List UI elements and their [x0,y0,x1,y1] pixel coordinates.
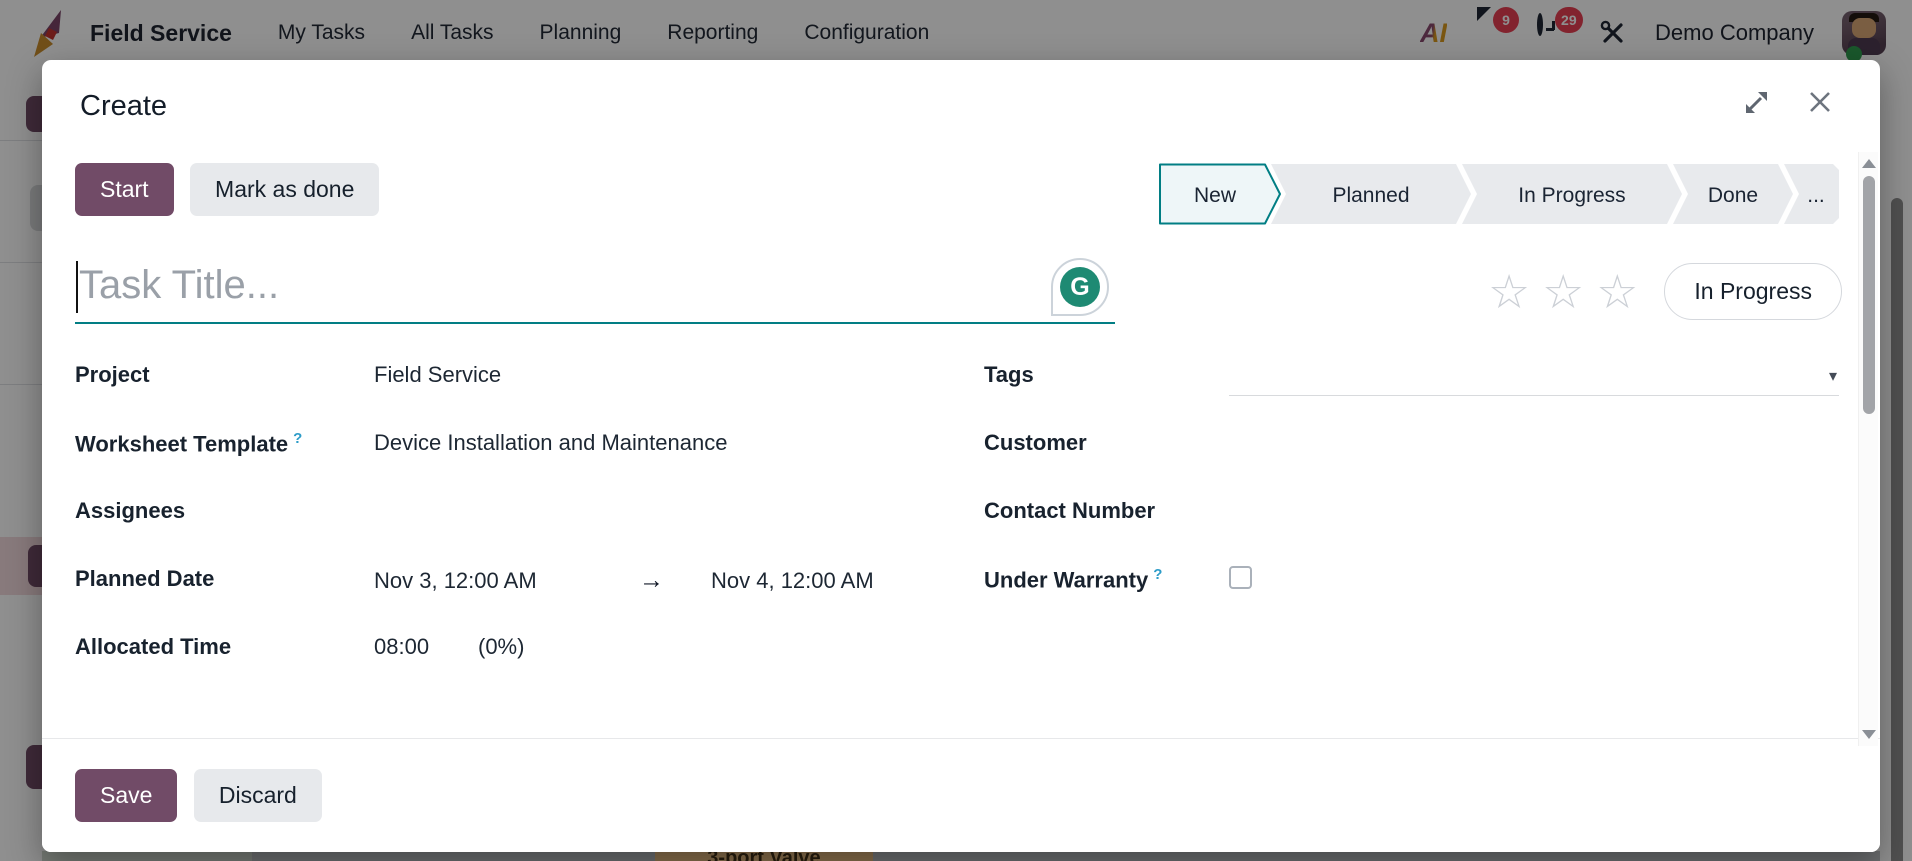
project-label: Project [75,362,374,388]
help-icon[interactable]: ? [1153,566,1162,583]
field-under-warranty: Under Warranty? [984,562,1839,608]
modal-scrollbar [1858,152,1878,746]
star-icon[interactable]: ☆ [1542,268,1584,315]
task-title-input[interactable] [75,263,1115,324]
stage-planned[interactable]: Planned [1271,164,1471,224]
worksheet-template-label: Worksheet Template? [75,430,374,457]
statusbar-buttons: Start Mark as done [75,163,379,216]
modal-footer: Save Discard [42,738,1880,852]
stage-new[interactable]: New [1160,165,1280,224]
task-form: Project Field Service Worksheet Template… [42,358,1880,698]
customer-label: Customer [984,430,1229,456]
allocated-time-value[interactable]: 08:00 [374,634,478,660]
tags-label: Tags [984,362,1229,388]
mark-as-done-button[interactable]: Mark as done [190,163,379,216]
svg-text:In Progress: In Progress [1518,184,1625,207]
help-icon[interactable]: ? [293,430,302,447]
scroll-down-arrow[interactable] [1862,730,1876,739]
field-tags: Tags ▾ [984,358,1839,404]
expand-icon[interactable] [1743,89,1770,116]
planned-date-start[interactable]: Nov 3, 12:00 AM [374,568,639,594]
planned-date-end[interactable]: Nov 4, 12:00 AM [711,568,874,594]
kanban-state-button[interactable]: In Progress [1664,263,1842,320]
field-contact-number: Contact Number [984,494,1839,540]
field-allocated-time: Allocated Time 08:00 (0%) [75,630,930,676]
stage-done[interactable]: Done [1673,164,1793,224]
create-task-modal: Create Start Mark as done New [42,60,1880,852]
planned-date-label: Planned Date [75,566,374,592]
star-icon[interactable]: ☆ [1596,268,1638,315]
modal-header: Create [42,60,1880,123]
under-warranty-label: Under Warranty? [984,566,1229,593]
date-arrow-icon: → [639,566,711,595]
star-icon[interactable]: ☆ [1488,268,1530,315]
scroll-up-arrow[interactable] [1862,159,1876,168]
scrollbar-thumb[interactable] [1863,176,1875,414]
priority-stars: ☆ ☆ ☆ [1488,268,1638,315]
field-project: Project Field Service [75,358,930,404]
contact-number-label: Contact Number [984,498,1229,524]
save-button[interactable]: Save [75,769,177,822]
svg-text:New: New [1194,184,1237,207]
allocated-time-percent: (0%) [478,634,524,660]
field-worksheet-template: Worksheet Template? Device Installation … [75,426,930,472]
under-warranty-checkbox[interactable] [1229,566,1252,589]
worksheet-template-value[interactable]: Device Installation and Maintenance [374,430,930,456]
tags-input[interactable]: ▾ [1229,362,1839,396]
stage-in-progress[interactable]: In Progress [1462,164,1682,224]
task-title-row: G ☆ ☆ ☆ In Progress [42,263,1880,324]
modal-title: Create [80,90,167,122]
caret-down-icon[interactable]: ▾ [1829,366,1837,386]
svg-text:Planned: Planned [1332,184,1409,207]
statusbar-row: Start Mark as done New Planned In Progre… [42,163,1880,225]
close-icon[interactable] [1806,88,1834,116]
project-value[interactable]: Field Service [374,362,930,388]
allocated-time-label: Allocated Time [75,634,374,660]
grammarly-icon[interactable]: G [1051,258,1109,316]
field-assignees: Assignees [75,494,930,540]
svg-text:...: ... [1807,184,1825,207]
stage-breadcrumb: New Planned In Progress Done ... [1159,163,1839,225]
field-planned-date: Planned Date Nov 3, 12:00 AM → Nov 4, 12… [75,562,930,608]
field-customer: Customer [984,426,1839,472]
assignees-label: Assignees [75,498,374,524]
svg-text:Done: Done [1708,184,1758,207]
start-button[interactable]: Start [75,163,174,216]
text-cursor [76,261,78,313]
discard-button[interactable]: Discard [194,769,322,822]
